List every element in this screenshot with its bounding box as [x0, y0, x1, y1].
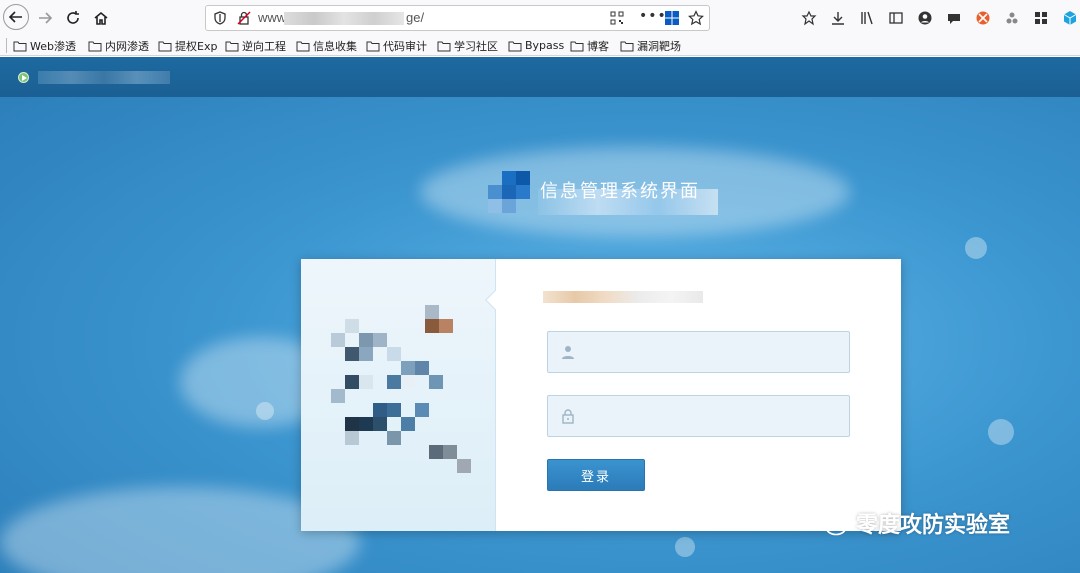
bookmark-folder-audit[interactable]: 代码审计: [366, 37, 427, 54]
insecure-lock-icon[interactable]: [236, 10, 252, 26]
folder-icon: [620, 41, 634, 51]
play-icon: [18, 72, 29, 83]
bookmark-label: 信息收集: [313, 39, 357, 53]
folder-icon: [88, 41, 102, 51]
bookmark-folder-range[interactable]: 漏洞靶场: [620, 37, 681, 54]
home-button[interactable]: [87, 4, 115, 32]
folder-icon: [158, 41, 172, 51]
home-icon: [94, 11, 108, 25]
header-text-redacted: [38, 71, 170, 84]
arrow-left-icon: [8, 11, 22, 23]
reload-icon: [67, 11, 79, 24]
forward-button[interactable]: [31, 4, 59, 32]
login-card: 登录: [301, 259, 901, 531]
bookmark-folder-web[interactable]: Web渗透: [13, 37, 76, 54]
folder-icon: [225, 41, 239, 51]
bubble-decoration: [256, 402, 274, 420]
bookmark-label: Bypass: [525, 39, 565, 52]
bubble-decoration: [965, 237, 987, 259]
bookmark-folder-reverse[interactable]: 逆向工程: [225, 37, 286, 54]
username-input[interactable]: [582, 332, 842, 372]
card-illustration-panel: [301, 259, 496, 531]
bookmark-folder-bypass[interactable]: Bypass: [508, 37, 564, 54]
bubble-decoration: [675, 537, 695, 557]
username-field[interactable]: [547, 331, 850, 373]
reader-view-icon[interactable]: [800, 9, 817, 26]
bookmark-label: 漏洞靶场: [637, 39, 681, 53]
bookmarks-bar: Web渗透 内网渗透 提权Exp 逆向工程 信息收集 代码审计 学习社区 Byp…: [0, 36, 1080, 56]
browser-toolbar: www ge/ •••: [0, 0, 1080, 36]
card-heading-redacted: [543, 291, 703, 303]
bookmark-star-icon[interactable]: [688, 10, 704, 26]
bookmark-folder-exp[interactable]: 提权Exp: [158, 37, 217, 54]
watermark: 零度攻防实验室: [810, 507, 1010, 539]
bookmark-label: 逆向工程: [242, 39, 286, 53]
bookmark-label: 学习社区: [454, 39, 498, 53]
password-field[interactable]: [547, 395, 850, 437]
folder-icon: [570, 41, 584, 51]
bookmark-label: 提权Exp: [175, 39, 218, 53]
password-input[interactable]: [582, 396, 842, 436]
wechat-icon: [812, 510, 847, 536]
folder-icon: [13, 41, 27, 51]
system-logo: [482, 171, 530, 215]
folder-icon: [508, 41, 522, 51]
url-suffix: ge/: [406, 10, 425, 25]
account-icon[interactable]: [916, 9, 933, 26]
bookmarks-separator: [6, 38, 7, 53]
user-icon: [562, 346, 574, 359]
qr-code-icon[interactable]: [610, 11, 624, 25]
bubble-decoration: [988, 419, 1014, 445]
library-icon[interactable]: [858, 9, 875, 26]
url-prefix: www: [258, 10, 287, 25]
folder-icon: [366, 41, 380, 51]
folder-icon: [437, 41, 451, 51]
lock-icon: [562, 409, 574, 424]
address-bar[interactable]: www ge/ •••: [205, 5, 710, 31]
bookmark-folder-intranet[interactable]: 内网渗透: [88, 37, 149, 54]
bookmark-folder-blog[interactable]: 博客: [570, 37, 609, 54]
sidebar-icon[interactable]: [887, 9, 904, 26]
system-title: 信息管理系统界面: [540, 181, 700, 202]
page-header: [0, 57, 1080, 97]
toolbar-right-icons: [800, 9, 1078, 26]
reload-button[interactable]: [59, 4, 87, 32]
illustration-redacted: [317, 305, 492, 495]
bookmark-folder-community[interactable]: 学习社区: [437, 37, 498, 54]
bookmark-label: 博客: [587, 39, 609, 53]
windows-icon[interactable]: [665, 11, 679, 25]
bookmark-label: Web渗透: [30, 39, 76, 53]
login-page: 信息管理系统界面 登录 零度攻防实验室: [0, 57, 1080, 573]
bookmark-label: 代码审计: [383, 39, 427, 53]
watermark-text: 零度攻防实验室: [856, 513, 1011, 538]
download-icon[interactable]: [829, 9, 846, 26]
url-redacted: [284, 12, 404, 25]
folder-icon: [296, 41, 310, 51]
bookmark-label: 内网渗透: [105, 39, 149, 53]
login-button[interactable]: 登录: [547, 459, 645, 491]
chat-icon[interactable]: [945, 9, 962, 26]
blocked-extension-icon[interactable]: [974, 9, 991, 26]
tracking-shield-icon[interactable]: [212, 10, 228, 26]
bookmark-folder-recon[interactable]: 信息收集: [296, 37, 357, 54]
extension-icon[interactable]: [1003, 9, 1020, 26]
page-actions-button[interactable]: •••: [639, 8, 667, 24]
back-button[interactable]: [3, 4, 29, 30]
grid-extension-icon[interactable]: [1032, 9, 1049, 26]
cube-extension-icon[interactable]: [1061, 9, 1078, 26]
arrow-right-icon: [39, 12, 53, 24]
